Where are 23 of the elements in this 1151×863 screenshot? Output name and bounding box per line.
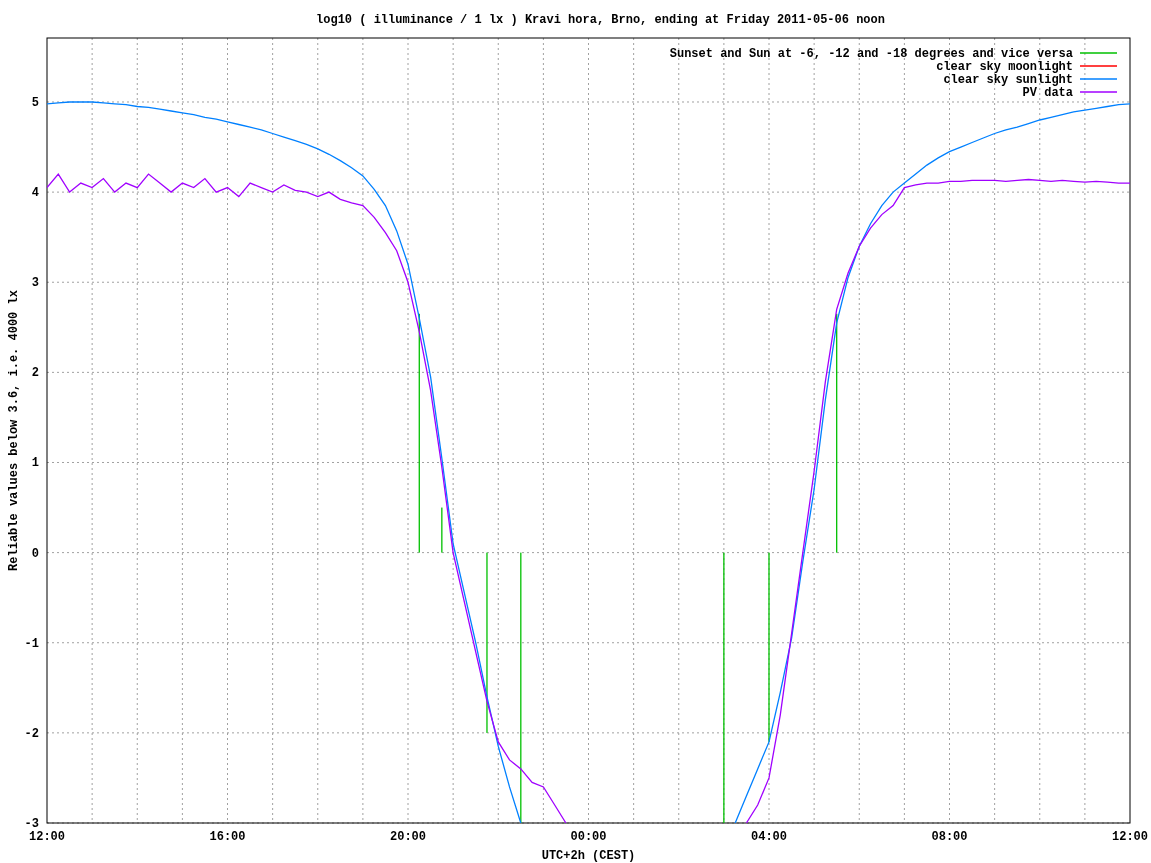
- legend-label: clear sky moonlight: [936, 60, 1073, 74]
- x-tick-label: 08:00: [931, 830, 968, 844]
- y-tick-label: 1: [31, 456, 39, 471]
- y-tick-label: -1: [24, 636, 39, 651]
- x-tick-label: 12:00: [29, 830, 65, 844]
- x-tick-label: 16:00: [209, 830, 246, 844]
- x-tick-label: 12:00: [1112, 830, 1148, 844]
- y-tick-label: 2: [31, 366, 39, 381]
- x-tick-label: 20:00: [390, 830, 426, 844]
- x-tick-label: 00:00: [570, 830, 607, 844]
- x-tick-label: 04:00: [751, 830, 787, 844]
- y-tick-label: 5: [31, 96, 39, 110]
- legend-label: clear sky sunlight: [943, 73, 1073, 87]
- y-tick-label: -3: [24, 817, 39, 831]
- y-tick-label: 0: [31, 546, 39, 561]
- legend-label: PV data: [1022, 86, 1073, 100]
- y-axis-label: Reliable values below 3.6, i.e. 4000 lx: [7, 290, 21, 571]
- chart-title: log10 ( illuminance / 1 lx ) Kravi hora, Brno, ending at Friday 2011-05-06 noon: [316, 13, 885, 27]
- x-axis-label: UTC+2h (CEST): [541, 849, 636, 863]
- y-tick-label: 4: [31, 186, 39, 201]
- y-tick-label: 3: [31, 276, 39, 291]
- legend-label: Sunset and Sun at -6, -12 and -18 degrees and vice versa: [669, 47, 1073, 61]
- y-tick-label: -2: [24, 726, 39, 741]
